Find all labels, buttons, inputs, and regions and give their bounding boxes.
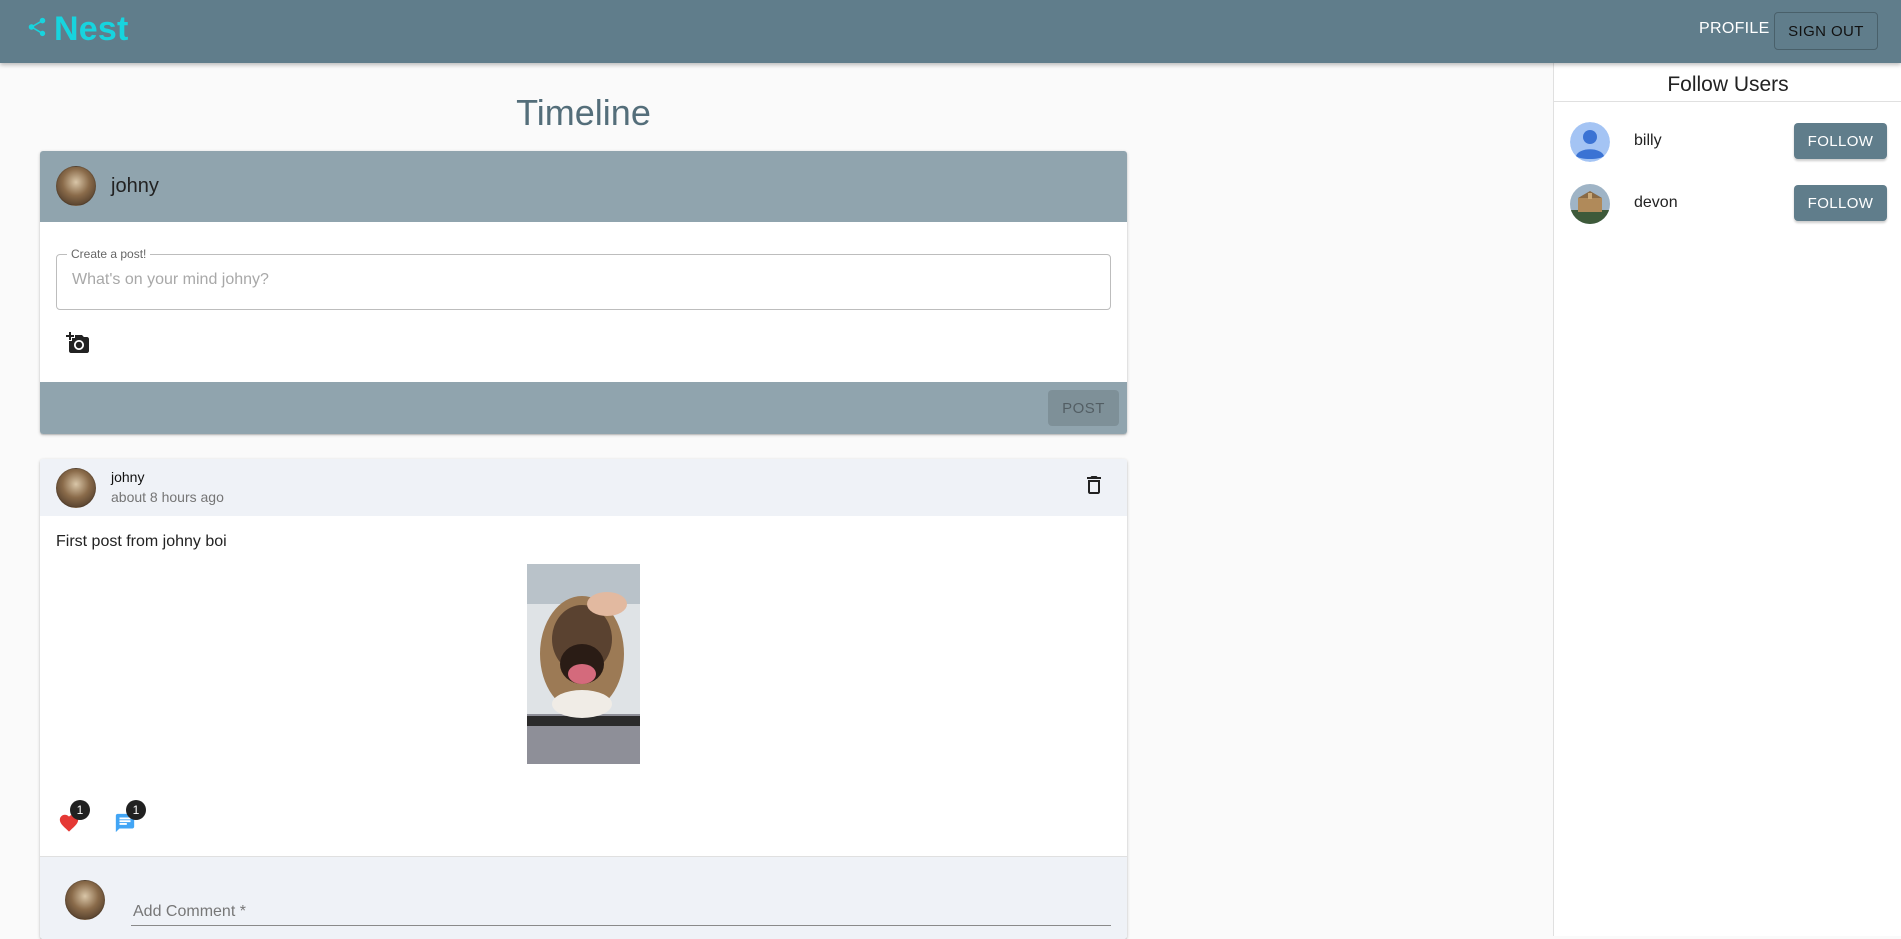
- brand[interactable]: Nest: [26, 10, 129, 49]
- divider: [1554, 101, 1901, 102]
- like-count-badge: 1: [70, 800, 90, 820]
- page-title: Timeline: [516, 92, 651, 133]
- share-icon: [26, 16, 48, 43]
- sidebar-title: Follow Users: [1667, 73, 1789, 96]
- post-header: johny about 8 hours ago: [40, 459, 1127, 516]
- post-image[interactable]: [527, 564, 640, 764]
- profile-link[interactable]: PROFILE: [1699, 20, 1770, 38]
- avatar[interactable]: [1570, 184, 1610, 224]
- delete-icon[interactable]: [1082, 473, 1106, 497]
- comment-button[interactable]: 1: [112, 800, 146, 834]
- post-button[interactable]: POST: [1048, 390, 1119, 426]
- avatar[interactable]: [1570, 122, 1610, 162]
- follow-button[interactable]: FOLLOW: [1794, 123, 1887, 159]
- follow-users-sidebar: Follow Users billy FOLLOW devon FOLLOW: [1553, 63, 1901, 936]
- avatar[interactable]: [56, 468, 96, 508]
- comment-input[interactable]: [131, 895, 1115, 922]
- app-bar: Nest PROFILE SIGN OUT: [0, 0, 1901, 63]
- user-name[interactable]: devon: [1634, 194, 1678, 212]
- post-text: First post from johny boi: [56, 533, 227, 550]
- add-photo-icon[interactable]: [66, 331, 90, 355]
- dog-photo: [527, 564, 640, 764]
- user-name[interactable]: billy: [1634, 132, 1662, 150]
- user-row-billy: billy FOLLOW: [1554, 122, 1901, 178]
- create-post-field[interactable]: Create a post!: [56, 247, 1111, 310]
- create-post-footer: POST: [40, 382, 1127, 434]
- like-button[interactable]: 1: [56, 800, 90, 834]
- avatar: [65, 880, 105, 920]
- create-post-card: johny Create a post! POST: [40, 151, 1127, 434]
- create-post-input[interactable]: [70, 270, 1074, 290]
- comment-field[interactable]: [131, 895, 1115, 926]
- avatar: [56, 166, 96, 206]
- post-card: johny about 8 hours ago First post from …: [40, 459, 1127, 939]
- brand-name: Nest: [54, 10, 129, 48]
- create-post-field-label: Create a post!: [67, 247, 151, 261]
- comment-count-badge: 1: [126, 800, 146, 820]
- user-row-devon: devon FOLLOW: [1554, 184, 1901, 240]
- default-avatar-icon: [1570, 122, 1610, 162]
- post-actions: 1 1: [56, 800, 256, 836]
- building-photo: [1570, 184, 1610, 224]
- sign-out-button[interactable]: SIGN OUT: [1774, 12, 1878, 50]
- create-post-username: johny: [111, 175, 159, 197]
- post-author[interactable]: johny: [111, 469, 144, 485]
- follow-button[interactable]: FOLLOW: [1794, 185, 1887, 221]
- post-timestamp: about 8 hours ago: [111, 489, 224, 505]
- comment-area: [40, 856, 1127, 939]
- create-post-header: johny: [40, 151, 1127, 222]
